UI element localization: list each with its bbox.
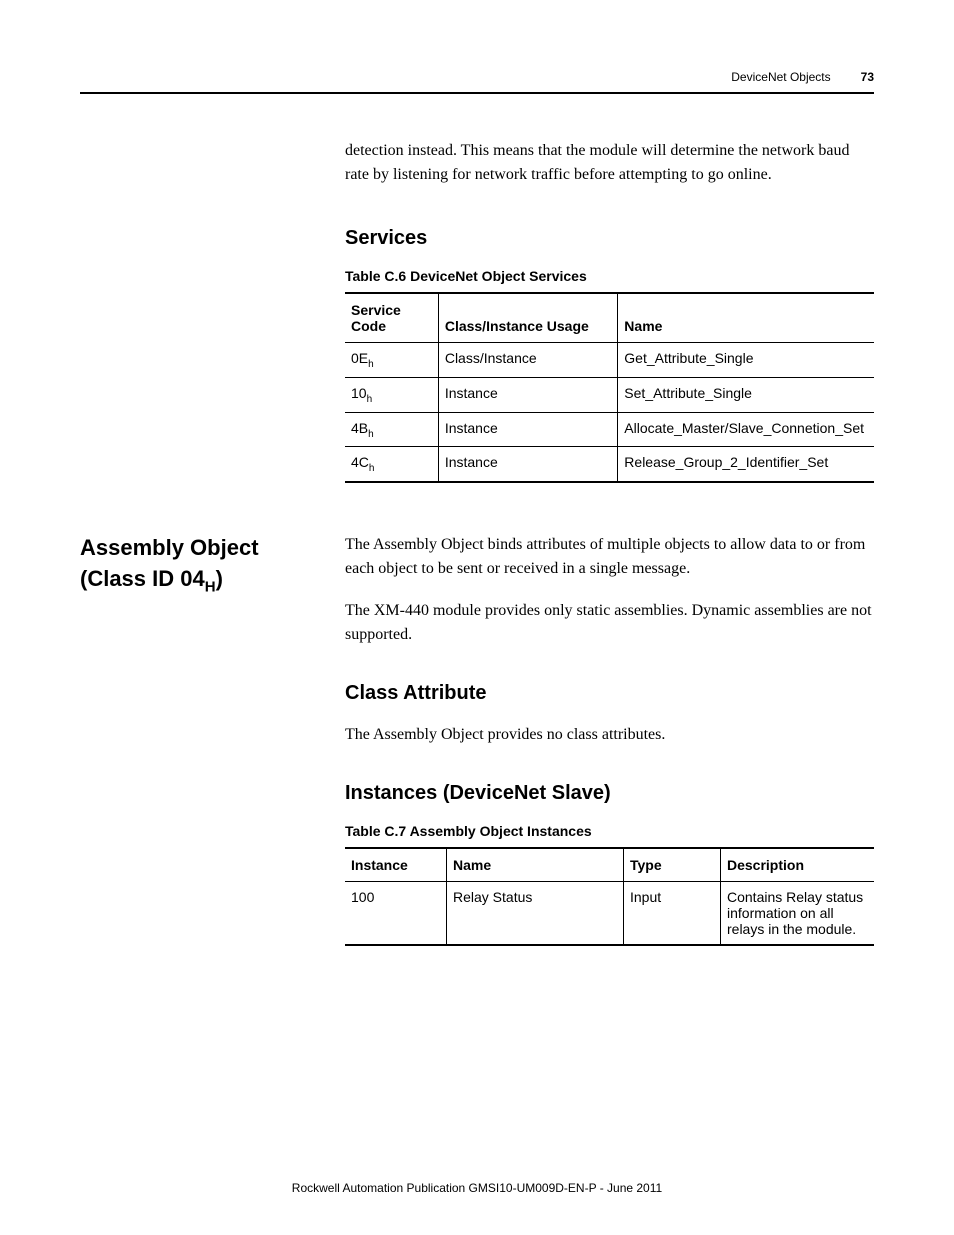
instances-heading: Instances (DeviceNet Slave) bbox=[345, 782, 874, 805]
cell-name: Relay Status bbox=[447, 882, 624, 946]
header-section-label: DeviceNet Objects bbox=[731, 70, 830, 84]
col-instance: Instance bbox=[345, 848, 447, 882]
cell-name: Allocate_Master/Slave_Connetion_Set bbox=[618, 412, 874, 447]
services-table-caption: Table C.6 DeviceNet Object Services bbox=[345, 268, 874, 284]
class-attribute-heading: Class Attribute bbox=[345, 682, 874, 705]
cell-code: 4Ch bbox=[345, 447, 438, 482]
table-row: 10h Instance Set_Attribute_Single bbox=[345, 377, 874, 412]
cell-type: Input bbox=[624, 882, 721, 946]
header-page-number: 73 bbox=[861, 70, 874, 84]
cell-name: Release_Group_2_Identifier_Set bbox=[618, 447, 874, 482]
col-type: Type bbox=[624, 848, 721, 882]
col-description: Description bbox=[721, 848, 875, 882]
instances-table: Instance Name Type Description 100 Relay… bbox=[345, 847, 874, 946]
class-attribute-para: The Assembly Object provides no class at… bbox=[345, 723, 874, 747]
assembly-object-heading: Assembly Object (Class ID 04H) bbox=[80, 533, 345, 597]
services-table: Service Code Class/Instance Usage Name 0… bbox=[345, 292, 874, 483]
table-row: 0Eh Class/Instance Get_Attribute_Single bbox=[345, 343, 874, 378]
table-row: 4Ch Instance Release_Group_2_Identifier_… bbox=[345, 447, 874, 482]
cell-usage: Class/Instance bbox=[438, 343, 617, 378]
col-usage: Class/Instance Usage bbox=[438, 293, 617, 343]
col-name: Name bbox=[447, 848, 624, 882]
cell-code: 0Eh bbox=[345, 343, 438, 378]
cell-name: Get_Attribute_Single bbox=[618, 343, 874, 378]
cell-usage: Instance bbox=[438, 412, 617, 447]
cell-instance: 100 bbox=[345, 882, 447, 946]
cell-description: Contains Relay status information on all… bbox=[721, 882, 875, 946]
assembly-para-1: The Assembly Object binds attributes of … bbox=[345, 533, 874, 581]
table-row: 4Bh Instance Allocate_Master/Slave_Conne… bbox=[345, 412, 874, 447]
table-row: 100 Relay Status Input Contains Relay st… bbox=[345, 882, 874, 946]
cell-code: 4Bh bbox=[345, 412, 438, 447]
page-footer: Rockwell Automation Publication GMSI10-U… bbox=[0, 1181, 954, 1195]
instances-table-caption: Table C.7 Assembly Object Instances bbox=[345, 823, 874, 839]
cell-usage: Instance bbox=[438, 447, 617, 482]
intro-paragraph: detection instead. This means that the m… bbox=[345, 139, 874, 187]
cell-code: 10h bbox=[345, 377, 438, 412]
col-service-code: Service Code bbox=[345, 293, 438, 343]
assembly-para-2: The XM-440 module provides only static a… bbox=[345, 599, 874, 647]
page-header: DeviceNet Objects 73 bbox=[80, 70, 874, 94]
col-name: Name bbox=[618, 293, 874, 343]
services-heading: Services bbox=[345, 227, 874, 250]
cell-name: Set_Attribute_Single bbox=[618, 377, 874, 412]
cell-usage: Instance bbox=[438, 377, 617, 412]
